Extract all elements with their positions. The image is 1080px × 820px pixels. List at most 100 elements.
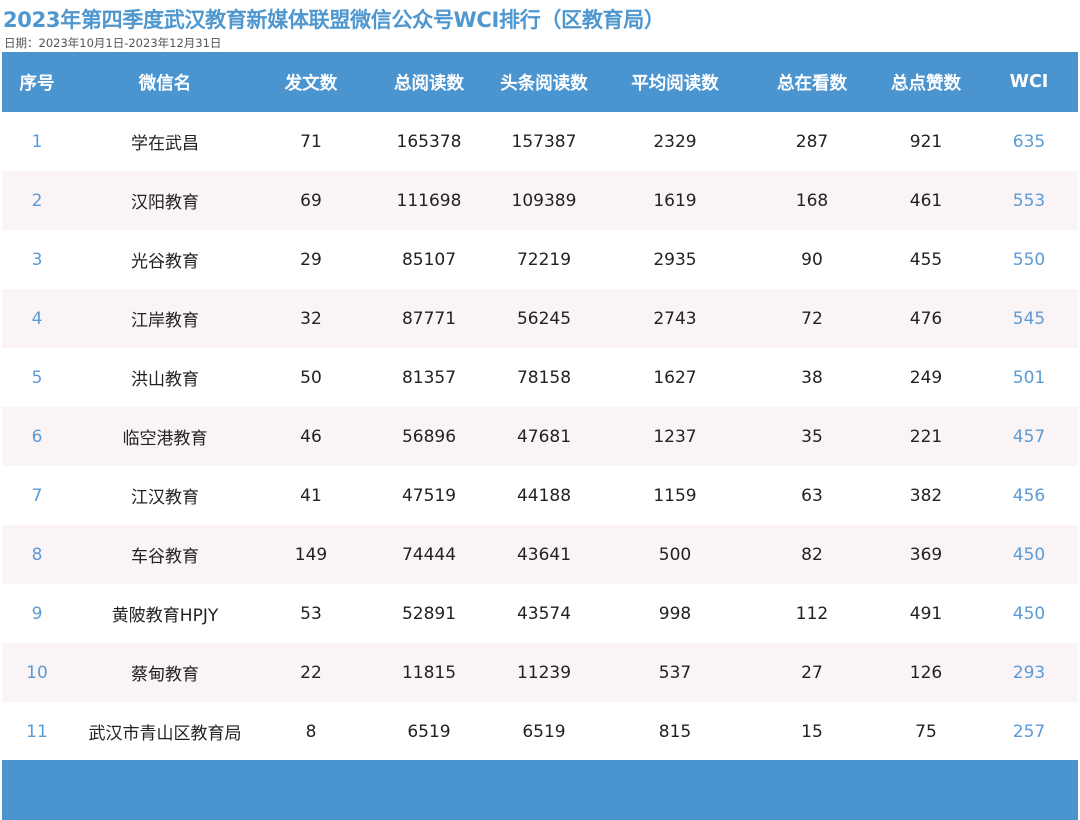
cell-total-watching: 38 (801, 367, 823, 388)
cell-average-reads: 2329 (653, 131, 697, 152)
cell-posts: 46 (300, 426, 322, 447)
cell-rank: 10 (26, 662, 48, 683)
table-body: 1 学在武昌 71 165378 157387 2329 287 921 635 2 汉阳教育 69 1… (2, 112, 1078, 761)
cell-total-likes: 221 (909, 426, 943, 447)
cell-account-name: 武汉市青山区教育局 (88, 724, 242, 744)
cell-total-likes: 491 (909, 603, 943, 624)
cell-average-reads: 1237 (653, 426, 697, 447)
header-total-watching: 总在看数 (777, 73, 847, 94)
cell-account-name: 江汉教育 (131, 488, 199, 508)
cell-account-name: 临空港教育 (122, 429, 208, 449)
cell-average-reads: 1159 (653, 485, 697, 506)
cell-posts: 29 (300, 249, 322, 270)
cell-total-reads: 6519 (407, 721, 451, 742)
cell-average-reads: 1619 (653, 190, 697, 211)
cell-wci: 450 (1012, 544, 1046, 565)
cell-total-likes: 382 (909, 485, 943, 506)
cell-headline-reads: 72219 (516, 249, 572, 270)
cell-total-watching: 72 (801, 308, 823, 329)
cell-total-reads: 11815 (401, 662, 457, 683)
cell-rank: 3 (31, 249, 43, 270)
cell-total-reads: 81357 (401, 367, 457, 388)
cell-rank: 9 (31, 603, 43, 624)
cell-total-reads: 165378 (396, 131, 462, 152)
cell-rank: 1 (31, 131, 43, 152)
date-range: 日期：2023年10月1日-2023年12月31日 (4, 36, 222, 50)
cell-average-reads: 815 (658, 721, 692, 742)
header-total-likes: 总点赞数 (891, 73, 961, 94)
header-total-reads: 总阅读数 (394, 73, 464, 94)
cell-total-watching: 287 (795, 131, 829, 152)
table-row: 6 临空港教育 46 56896 47681 1237 35 221 457 (2, 407, 1078, 466)
cell-posts: 149 (294, 544, 328, 565)
table-row: 1 学在武昌 71 165378 157387 2329 287 921 635 (2, 112, 1078, 171)
cell-total-likes: 126 (909, 662, 943, 683)
ranking-table: 序号 微信名 发文数 总阅读数 头条阅读数 平均阅读数 总在看数 总点赞数 WC… (2, 52, 1078, 761)
cell-headline-reads: 47681 (516, 426, 572, 447)
table-row: 2 汉阳教育 69 111698 109389 1619 168 461 553 (2, 171, 1078, 230)
cell-rank: 4 (31, 308, 43, 329)
cell-account-name: 光谷教育 (131, 252, 199, 272)
cell-posts: 8 (305, 721, 317, 742)
cell-total-reads: 74444 (401, 544, 457, 565)
table-header-row: 序号 微信名 发文数 总阅读数 头条阅读数 平均阅读数 总在看数 总点赞数 WC… (2, 52, 1078, 112)
cell-total-watching: 90 (801, 249, 823, 270)
cell-headline-reads: 44188 (516, 485, 572, 506)
cell-total-reads: 56896 (401, 426, 457, 447)
cell-average-reads: 537 (658, 662, 692, 683)
cell-average-reads: 500 (658, 544, 692, 565)
cell-total-reads: 87771 (401, 308, 457, 329)
cell-total-watching: 168 (795, 190, 829, 211)
cell-headline-reads: 6519 (522, 721, 566, 742)
cell-average-reads: 998 (658, 603, 692, 624)
cell-account-name: 江岸教育 (131, 311, 199, 331)
cell-wci: 550 (1012, 249, 1046, 270)
cell-wci: 457 (1012, 426, 1046, 447)
cell-wci: 456 (1012, 485, 1046, 506)
cell-account-name: 车谷教育 (131, 547, 199, 567)
cell-rank: 5 (31, 367, 43, 388)
cell-headline-reads: 109389 (511, 190, 577, 211)
cell-posts: 71 (300, 131, 322, 152)
cell-posts: 32 (300, 308, 322, 329)
cell-total-watching: 63 (801, 485, 823, 506)
page-title: 2023年第四季度武汉教育新媒体联盟微信公众号WCI排行（区教育局） (3, 8, 665, 32)
table-row: 8 车谷教育 149 74444 43641 500 82 369 450 (2, 525, 1078, 584)
header-headline-reads: 头条阅读数 (500, 73, 588, 94)
cell-average-reads: 2935 (653, 249, 697, 270)
cell-account-name: 洪山教育 (131, 370, 199, 390)
cell-rank: 11 (26, 721, 48, 742)
cell-wci: 553 (1012, 190, 1046, 211)
cell-average-reads: 1627 (653, 367, 697, 388)
cell-total-likes: 921 (909, 131, 943, 152)
cell-posts: 50 (300, 367, 322, 388)
cell-headline-reads: 56245 (516, 308, 572, 329)
cell-average-reads: 2743 (653, 308, 697, 329)
cell-total-likes: 249 (909, 367, 943, 388)
cell-account-name: 汉阳教育 (131, 193, 199, 213)
cell-total-reads: 111698 (396, 190, 462, 211)
cell-account-name: 学在武昌 (131, 134, 199, 154)
cell-total-reads: 85107 (401, 249, 457, 270)
cell-account-name: 蔡甸教育 (131, 665, 199, 685)
cell-rank: 8 (31, 544, 43, 565)
header-posts: 发文数 (284, 73, 338, 94)
cell-rank: 2 (31, 190, 43, 211)
table-row: 9 黄陂教育HPJY 53 52891 43574 998 112 491 450 (2, 584, 1078, 643)
cell-posts: 41 (300, 485, 322, 506)
cell-headline-reads: 43574 (516, 603, 572, 624)
cell-total-reads: 52891 (401, 603, 457, 624)
cell-headline-reads: 78158 (516, 367, 572, 388)
cell-total-watching: 82 (801, 544, 823, 565)
cell-total-watching: 35 (801, 426, 823, 447)
cell-headline-reads: 157387 (511, 131, 577, 152)
cell-total-likes: 75 (915, 721, 937, 742)
cell-total-likes: 455 (909, 249, 943, 270)
cell-rank: 6 (31, 426, 43, 447)
table-row: 5 洪山教育 50 81357 78158 1627 38 249 501 (2, 348, 1078, 407)
cell-rank: 7 (31, 485, 43, 506)
cell-headline-reads: 11239 (516, 662, 572, 683)
cell-total-reads: 47519 (401, 485, 457, 506)
cell-wci: 635 (1012, 131, 1046, 152)
cell-total-likes: 461 (909, 190, 943, 211)
